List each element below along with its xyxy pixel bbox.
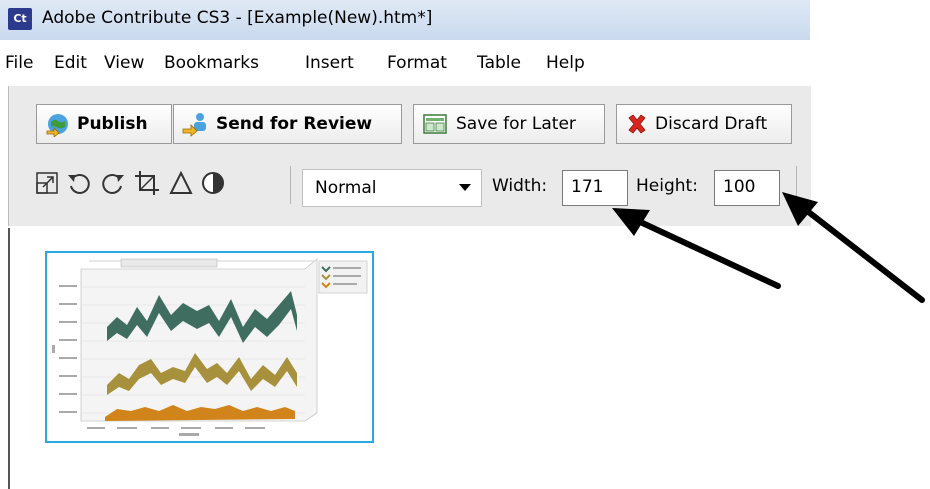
annotation-arrows [612, 192, 925, 303]
arrow-to-width-field [633, 217, 781, 289]
arrow-to-height-field [803, 207, 925, 303]
